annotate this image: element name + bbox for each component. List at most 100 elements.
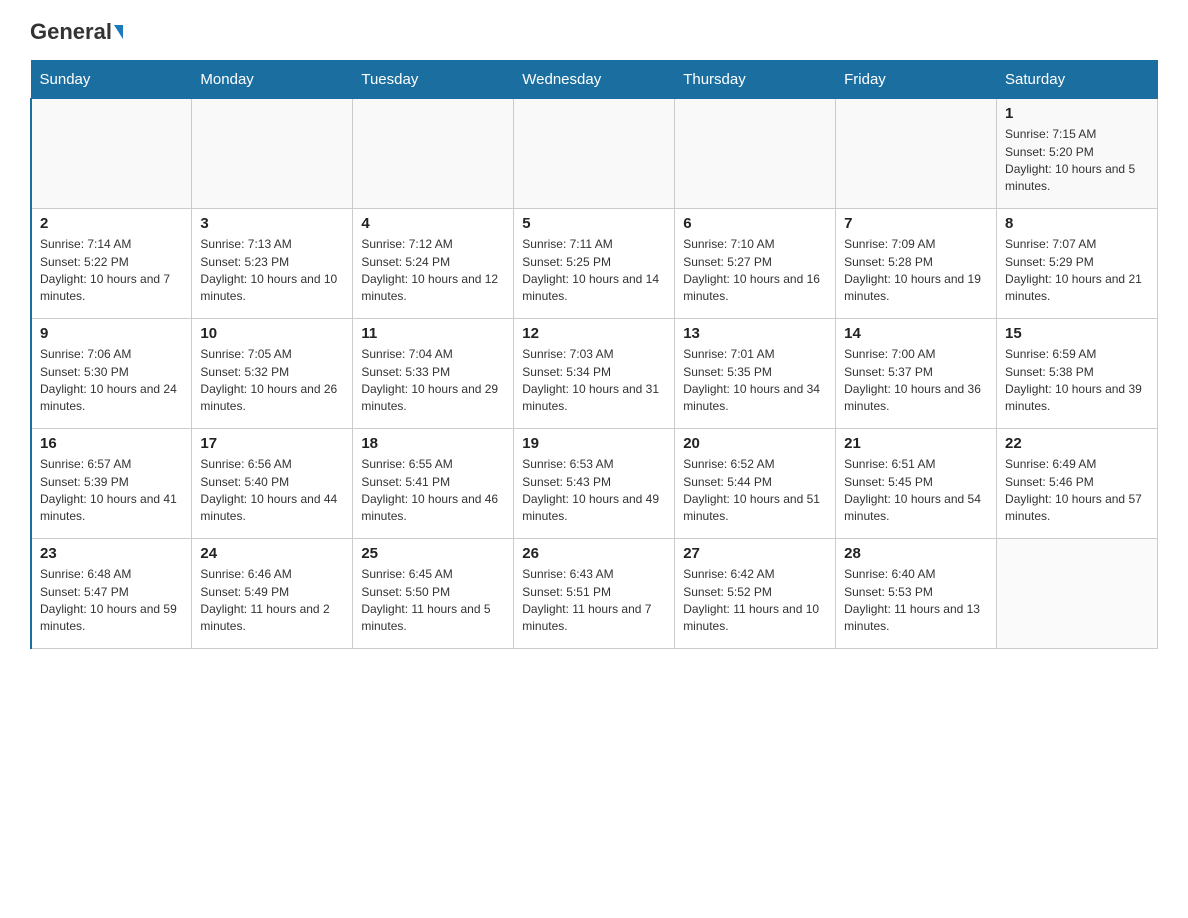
day-cell: 17 Sunrise: 6:56 AM Sunset: 5:40 PM Dayli…	[192, 429, 353, 539]
weekday-header-tuesday: Tuesday	[353, 61, 514, 99]
day-cell: 9 Sunrise: 7:06 AM Sunset: 5:30 PM Daylig…	[31, 319, 192, 429]
day-cell: 7 Sunrise: 7:09 AM Sunset: 5:28 PM Daylig…	[836, 209, 997, 319]
day-number: 24	[200, 545, 344, 562]
day-info: Sunrise: 7:06 AM Sunset: 5:30 PM Dayligh…	[40, 346, 183, 416]
day-cell: 27 Sunrise: 6:42 AM Sunset: 5:52 PM Dayli…	[675, 539, 836, 649]
day-info: Sunrise: 6:40 AM Sunset: 5:53 PM Dayligh…	[844, 566, 988, 636]
day-info: Sunrise: 7:04 AM Sunset: 5:33 PM Dayligh…	[361, 346, 505, 416]
day-info: Sunrise: 7:05 AM Sunset: 5:32 PM Dayligh…	[200, 346, 344, 416]
day-info: Sunrise: 6:46 AM Sunset: 5:49 PM Dayligh…	[200, 566, 344, 636]
day-cell	[514, 99, 675, 209]
day-info: Sunrise: 6:53 AM Sunset: 5:43 PM Dayligh…	[522, 456, 666, 526]
day-cell	[997, 539, 1158, 649]
day-cell: 23 Sunrise: 6:48 AM Sunset: 5:47 PM Dayli…	[31, 539, 192, 649]
day-number: 15	[1005, 325, 1149, 342]
day-number: 7	[844, 215, 988, 232]
page-header: General	[30, 20, 1158, 44]
day-cell	[675, 99, 836, 209]
week-row-4: 16 Sunrise: 6:57 AM Sunset: 5:39 PM Dayli…	[31, 429, 1158, 539]
weekday-header-thursday: Thursday	[675, 61, 836, 99]
weekday-header-saturday: Saturday	[997, 61, 1158, 99]
header-row: SundayMondayTuesdayWednesdayThursdayFrid…	[31, 61, 1158, 99]
day-cell: 22 Sunrise: 6:49 AM Sunset: 5:46 PM Dayli…	[997, 429, 1158, 539]
day-info: Sunrise: 7:11 AM Sunset: 5:25 PM Dayligh…	[522, 236, 666, 306]
day-number: 20	[683, 435, 827, 452]
logo-text-general: General	[30, 20, 112, 44]
week-row-3: 9 Sunrise: 7:06 AM Sunset: 5:30 PM Daylig…	[31, 319, 1158, 429]
day-number: 6	[683, 215, 827, 232]
weekday-header-friday: Friday	[836, 61, 997, 99]
week-row-5: 23 Sunrise: 6:48 AM Sunset: 5:47 PM Dayli…	[31, 539, 1158, 649]
day-cell: 26Sunrise: 6:43 AM Sunset: 5:51 PM Dayli…	[514, 539, 675, 649]
day-info: Sunrise: 6:56 AM Sunset: 5:40 PM Dayligh…	[200, 456, 344, 526]
calendar-table: SundayMondayTuesdayWednesdayThursdayFrid…	[30, 60, 1158, 649]
day-cell: 6 Sunrise: 7:10 AM Sunset: 5:27 PM Daylig…	[675, 209, 836, 319]
day-info: Sunrise: 6:49 AM Sunset: 5:46 PM Dayligh…	[1005, 456, 1149, 526]
day-cell: 19 Sunrise: 6:53 AM Sunset: 5:43 PM Dayli…	[514, 429, 675, 539]
day-info: Sunrise: 7:12 AM Sunset: 5:24 PM Dayligh…	[361, 236, 505, 306]
day-info: Sunrise: 6:48 AM Sunset: 5:47 PM Dayligh…	[40, 566, 183, 636]
day-cell: 15 Sunrise: 6:59 AM Sunset: 5:38 PM Dayli…	[997, 319, 1158, 429]
day-number: 14	[844, 325, 988, 342]
day-number: 19	[522, 435, 666, 452]
day-info: Sunrise: 7:03 AM Sunset: 5:34 PM Dayligh…	[522, 346, 666, 416]
day-number: 12	[522, 325, 666, 342]
day-number: 1	[1005, 105, 1149, 122]
day-info: Sunrise: 7:15 AM Sunset: 5:20 PM Dayligh…	[1005, 126, 1149, 196]
day-number: 10	[200, 325, 344, 342]
day-info: Sunrise: 6:59 AM Sunset: 5:38 PM Dayligh…	[1005, 346, 1149, 416]
day-number: 28	[844, 545, 988, 562]
day-number: 27	[683, 545, 827, 562]
day-cell: 2 Sunrise: 7:14 AM Sunset: 5:22 PM Daylig…	[31, 209, 192, 319]
logo-triangle-icon	[114, 25, 123, 39]
day-number: 18	[361, 435, 505, 452]
day-number: 5	[522, 215, 666, 232]
day-cell: 10 Sunrise: 7:05 AM Sunset: 5:32 PM Dayli…	[192, 319, 353, 429]
day-cell: 25 Sunrise: 6:45 AM Sunset: 5:50 PM Dayli…	[353, 539, 514, 649]
day-cell: 5 Sunrise: 7:11 AM Sunset: 5:25 PM Daylig…	[514, 209, 675, 319]
day-cell: 16 Sunrise: 6:57 AM Sunset: 5:39 PM Dayli…	[31, 429, 192, 539]
calendar-body: 1 Sunrise: 7:15 AM Sunset: 5:20 PM Daylig…	[31, 99, 1158, 649]
day-cell: 8 Sunrise: 7:07 AM Sunset: 5:29 PM Daylig…	[997, 209, 1158, 319]
day-cell	[31, 99, 192, 209]
day-info: Sunrise: 7:13 AM Sunset: 5:23 PM Dayligh…	[200, 236, 344, 306]
day-cell: 13 Sunrise: 7:01 AM Sunset: 5:35 PM Dayli…	[675, 319, 836, 429]
day-number: 4	[361, 215, 505, 232]
day-cell: 1 Sunrise: 7:15 AM Sunset: 5:20 PM Daylig…	[997, 99, 1158, 209]
day-info: Sunrise: 7:09 AM Sunset: 5:28 PM Dayligh…	[844, 236, 988, 306]
day-cell: 14 Sunrise: 7:00 AM Sunset: 5:37 PM Dayli…	[836, 319, 997, 429]
day-number: 22	[1005, 435, 1149, 452]
day-number: 8	[1005, 215, 1149, 232]
calendar-header: SundayMondayTuesdayWednesdayThursdayFrid…	[31, 61, 1158, 99]
day-number: 3	[200, 215, 344, 232]
day-cell: 12 Sunrise: 7:03 AM Sunset: 5:34 PM Dayli…	[514, 319, 675, 429]
day-cell: 4 Sunrise: 7:12 AM Sunset: 5:24 PM Daylig…	[353, 209, 514, 319]
day-number: 9	[40, 325, 183, 342]
day-number: 2	[40, 215, 183, 232]
weekday-header-wednesday: Wednesday	[514, 61, 675, 99]
day-info: Sunrise: 6:45 AM Sunset: 5:50 PM Dayligh…	[361, 566, 505, 636]
day-info: Sunrise: 6:51 AM Sunset: 5:45 PM Dayligh…	[844, 456, 988, 526]
day-cell: 3 Sunrise: 7:13 AM Sunset: 5:23 PM Daylig…	[192, 209, 353, 319]
day-info: Sunrise: 6:42 AM Sunset: 5:52 PM Dayligh…	[683, 566, 827, 636]
day-number: 25	[361, 545, 505, 562]
day-info: Sunrise: 7:07 AM Sunset: 5:29 PM Dayligh…	[1005, 236, 1149, 306]
day-cell: 11Sunrise: 7:04 AM Sunset: 5:33 PM Dayli…	[353, 319, 514, 429]
day-number: 17	[200, 435, 344, 452]
day-cell: 20 Sunrise: 6:52 AM Sunset: 5:44 PM Dayli…	[675, 429, 836, 539]
day-info: Sunrise: 6:52 AM Sunset: 5:44 PM Dayligh…	[683, 456, 827, 526]
day-info: Sunrise: 7:00 AM Sunset: 5:37 PM Dayligh…	[844, 346, 988, 416]
day-number: 21	[844, 435, 988, 452]
day-cell: 24 Sunrise: 6:46 AM Sunset: 5:49 PM Dayli…	[192, 539, 353, 649]
weekday-header-monday: Monday	[192, 61, 353, 99]
day-number: 13	[683, 325, 827, 342]
day-cell: 21 Sunrise: 6:51 AM Sunset: 5:45 PM Dayli…	[836, 429, 997, 539]
day-info: Sunrise: 6:55 AM Sunset: 5:41 PM Dayligh…	[361, 456, 505, 526]
day-info: Sunrise: 7:10 AM Sunset: 5:27 PM Dayligh…	[683, 236, 827, 306]
day-number: 16	[40, 435, 183, 452]
day-number: 23	[40, 545, 183, 562]
day-info: Sunrise: 6:57 AM Sunset: 5:39 PM Dayligh…	[40, 456, 183, 526]
day-info: Sunrise: 7:14 AM Sunset: 5:22 PM Dayligh…	[40, 236, 183, 306]
day-info: Sunrise: 7:01 AM Sunset: 5:35 PM Dayligh…	[683, 346, 827, 416]
day-cell	[192, 99, 353, 209]
